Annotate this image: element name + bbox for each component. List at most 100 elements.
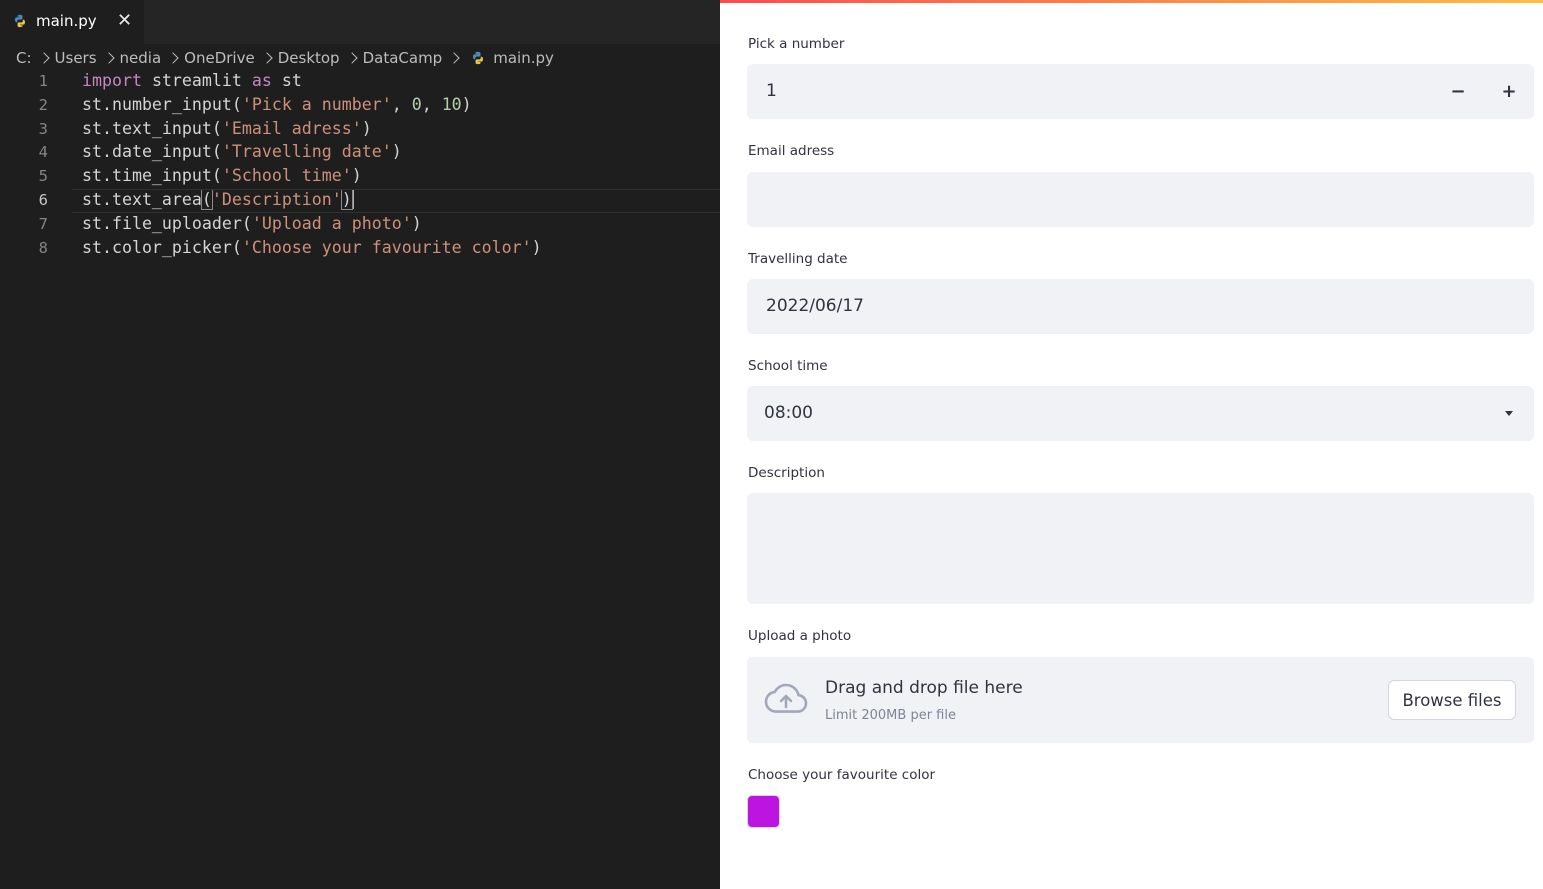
code-token: st.number_input( bbox=[82, 94, 242, 114]
dropzone-limit: Limit 200MB per file bbox=[825, 708, 956, 723]
python-file-icon bbox=[15, 14, 25, 28]
code-token: 'Pick a number' bbox=[241, 94, 392, 114]
code-text: import streamlit as st bbox=[82, 71, 302, 90]
code-text: st.text_area('Description') bbox=[82, 188, 354, 210]
code-token: , bbox=[421, 94, 442, 114]
breadcrumb-item[interactable]: nedia bbox=[120, 49, 162, 67]
code-token: ) bbox=[531, 237, 542, 257]
code-token: as bbox=[251, 71, 272, 90]
code-editor: main.py ✕ C: Users nedia OneDrive Desktop Dat… bbox=[0, 0, 720, 889]
description-textarea[interactable] bbox=[747, 493, 1534, 604]
line-number: 1 bbox=[38, 72, 48, 90]
line-number: 7 bbox=[38, 214, 48, 233]
code-token: st.text_input( bbox=[82, 118, 222, 138]
number-input[interactable]: 1 − + bbox=[747, 64, 1534, 119]
text-cursor bbox=[351, 189, 354, 209]
breadcrumb-item[interactable]: OneDrive bbox=[184, 49, 255, 67]
code-token: ) bbox=[391, 142, 402, 162]
email-input[interactable] bbox=[747, 172, 1534, 227]
color-swatch[interactable] bbox=[747, 795, 780, 828]
file-uploader-label: Upload a photo bbox=[748, 628, 852, 644]
code-token: ( bbox=[200, 188, 213, 210]
code-token: 'School time' bbox=[221, 166, 352, 186]
code-token: st.time_input( bbox=[82, 166, 222, 186]
breadcrumb: C: Users nedia OneDrive Desktop DataCamp main.… bbox=[16, 47, 554, 69]
date-input[interactable]: 2022/06/17 bbox=[747, 279, 1534, 334]
line-number: 6 bbox=[38, 190, 48, 209]
line-number: 4 bbox=[38, 143, 48, 162]
code-text: st.color_picker('Choose your favourite c… bbox=[82, 238, 542, 257]
code-token: st.date_input( bbox=[82, 142, 222, 162]
code-text: st.file_uploader('Upload a photo') bbox=[82, 214, 422, 233]
close-icon[interactable]: ✕ bbox=[117, 10, 132, 32]
breadcrumb-item[interactable]: Desktop bbox=[278, 49, 340, 67]
time-input-label: School time bbox=[748, 358, 828, 374]
chevron-right-icon bbox=[260, 51, 274, 65]
code-token: st.color_picker( bbox=[82, 237, 242, 257]
code-token: 'Description' bbox=[211, 189, 342, 209]
number-input-label: Pick a number bbox=[748, 36, 845, 52]
number-input-value: 1 bbox=[766, 81, 777, 101]
editor-tab-bar: main.py ✕ bbox=[0, 0, 720, 44]
code-token: ) bbox=[461, 94, 472, 114]
code-token: 'Upload a photo' bbox=[251, 213, 412, 233]
code-token: ) bbox=[361, 118, 372, 138]
date-input-label: Travelling date bbox=[748, 251, 848, 267]
code-line[interactable]: 5 st.time_input('School time') bbox=[0, 165, 720, 189]
code-token: 'Travelling date' bbox=[221, 142, 392, 162]
code-token: 'Email adress' bbox=[221, 118, 362, 138]
code-token: ) bbox=[411, 213, 422, 233]
decrement-button[interactable]: − bbox=[1433, 64, 1483, 119]
code-line[interactable]: 1 import streamlit as st bbox=[0, 70, 720, 94]
description-label: Description bbox=[748, 465, 825, 481]
code-line[interactable]: 8 st.color_picker('Choose your favourite … bbox=[0, 237, 720, 261]
code-token: st.text_area bbox=[82, 189, 202, 209]
breadcrumb-item[interactable]: C: bbox=[16, 49, 32, 67]
cloud-upload-icon bbox=[764, 683, 808, 713]
code-token: 0 bbox=[411, 94, 422, 114]
code-token: streamlit bbox=[141, 71, 252, 90]
chevron-down-icon[interactable] bbox=[1505, 411, 1513, 416]
line-number: 5 bbox=[38, 167, 48, 186]
code-line[interactable]: 7 st.file_uploader('Upload a photo') bbox=[0, 213, 720, 237]
breadcrumb-item[interactable]: main.py bbox=[493, 49, 554, 67]
code-token: ) bbox=[351, 166, 362, 186]
code-token: import bbox=[82, 71, 142, 90]
streamlit-app: Pick a number 1 − + Email adress Travell… bbox=[720, 0, 1543, 889]
file-dropzone[interactable]: Drag and drop file here Limit 200MB per … bbox=[747, 657, 1534, 743]
code-token: , bbox=[391, 94, 412, 114]
time-select-value: 08:00 bbox=[764, 403, 813, 423]
breadcrumb-item[interactable]: DataCamp bbox=[363, 49, 443, 67]
code-text: st.date_input('Travelling date') bbox=[82, 142, 402, 161]
code-area[interactable]: 1 import streamlit as st 2 st.number_input(… bbox=[0, 70, 720, 260]
tab-label: main.py bbox=[36, 12, 97, 30]
python-file-icon bbox=[473, 51, 484, 65]
code-line[interactable]: 6 st.text_area('Description') bbox=[0, 188, 720, 213]
color-picker-label: Choose your favourite color bbox=[748, 767, 936, 783]
code-line[interactable]: 3 st.text_input('Email adress') bbox=[0, 118, 720, 142]
line-number: 3 bbox=[38, 119, 48, 138]
chevron-right-icon bbox=[166, 51, 180, 65]
code-token: 10 bbox=[441, 94, 462, 114]
email-input-label: Email adress bbox=[748, 143, 835, 159]
chevron-right-icon bbox=[447, 51, 461, 65]
chevron-right-icon bbox=[102, 51, 116, 65]
tab-main-py[interactable]: main.py ✕ bbox=[0, 0, 144, 44]
chevron-right-icon bbox=[37, 51, 51, 65]
browse-files-button[interactable]: Browse files bbox=[1388, 680, 1516, 720]
increment-button[interactable]: + bbox=[1484, 64, 1534, 119]
code-line[interactable]: 4 st.date_input('Travelling date') bbox=[0, 141, 720, 165]
code-token: st bbox=[271, 71, 302, 90]
dropzone-title: Drag and drop file here bbox=[825, 678, 1023, 698]
code-token: ) bbox=[340, 188, 353, 210]
time-select[interactable]: 08:00 bbox=[747, 386, 1534, 441]
chevron-right-icon bbox=[345, 51, 359, 65]
code-text: st.text_input('Email adress') bbox=[82, 119, 372, 138]
code-token: 'Choose your favourite color' bbox=[241, 237, 532, 257]
code-line[interactable]: 2 st.number_input('Pick a number', 0, 10) bbox=[0, 94, 720, 118]
code-token: st.file_uploader( bbox=[82, 213, 252, 233]
line-number: 8 bbox=[38, 238, 48, 257]
date-input-value: 2022/06/17 bbox=[766, 296, 864, 316]
code-text: st.time_input('School time') bbox=[82, 166, 362, 185]
breadcrumb-item[interactable]: Users bbox=[55, 49, 97, 67]
